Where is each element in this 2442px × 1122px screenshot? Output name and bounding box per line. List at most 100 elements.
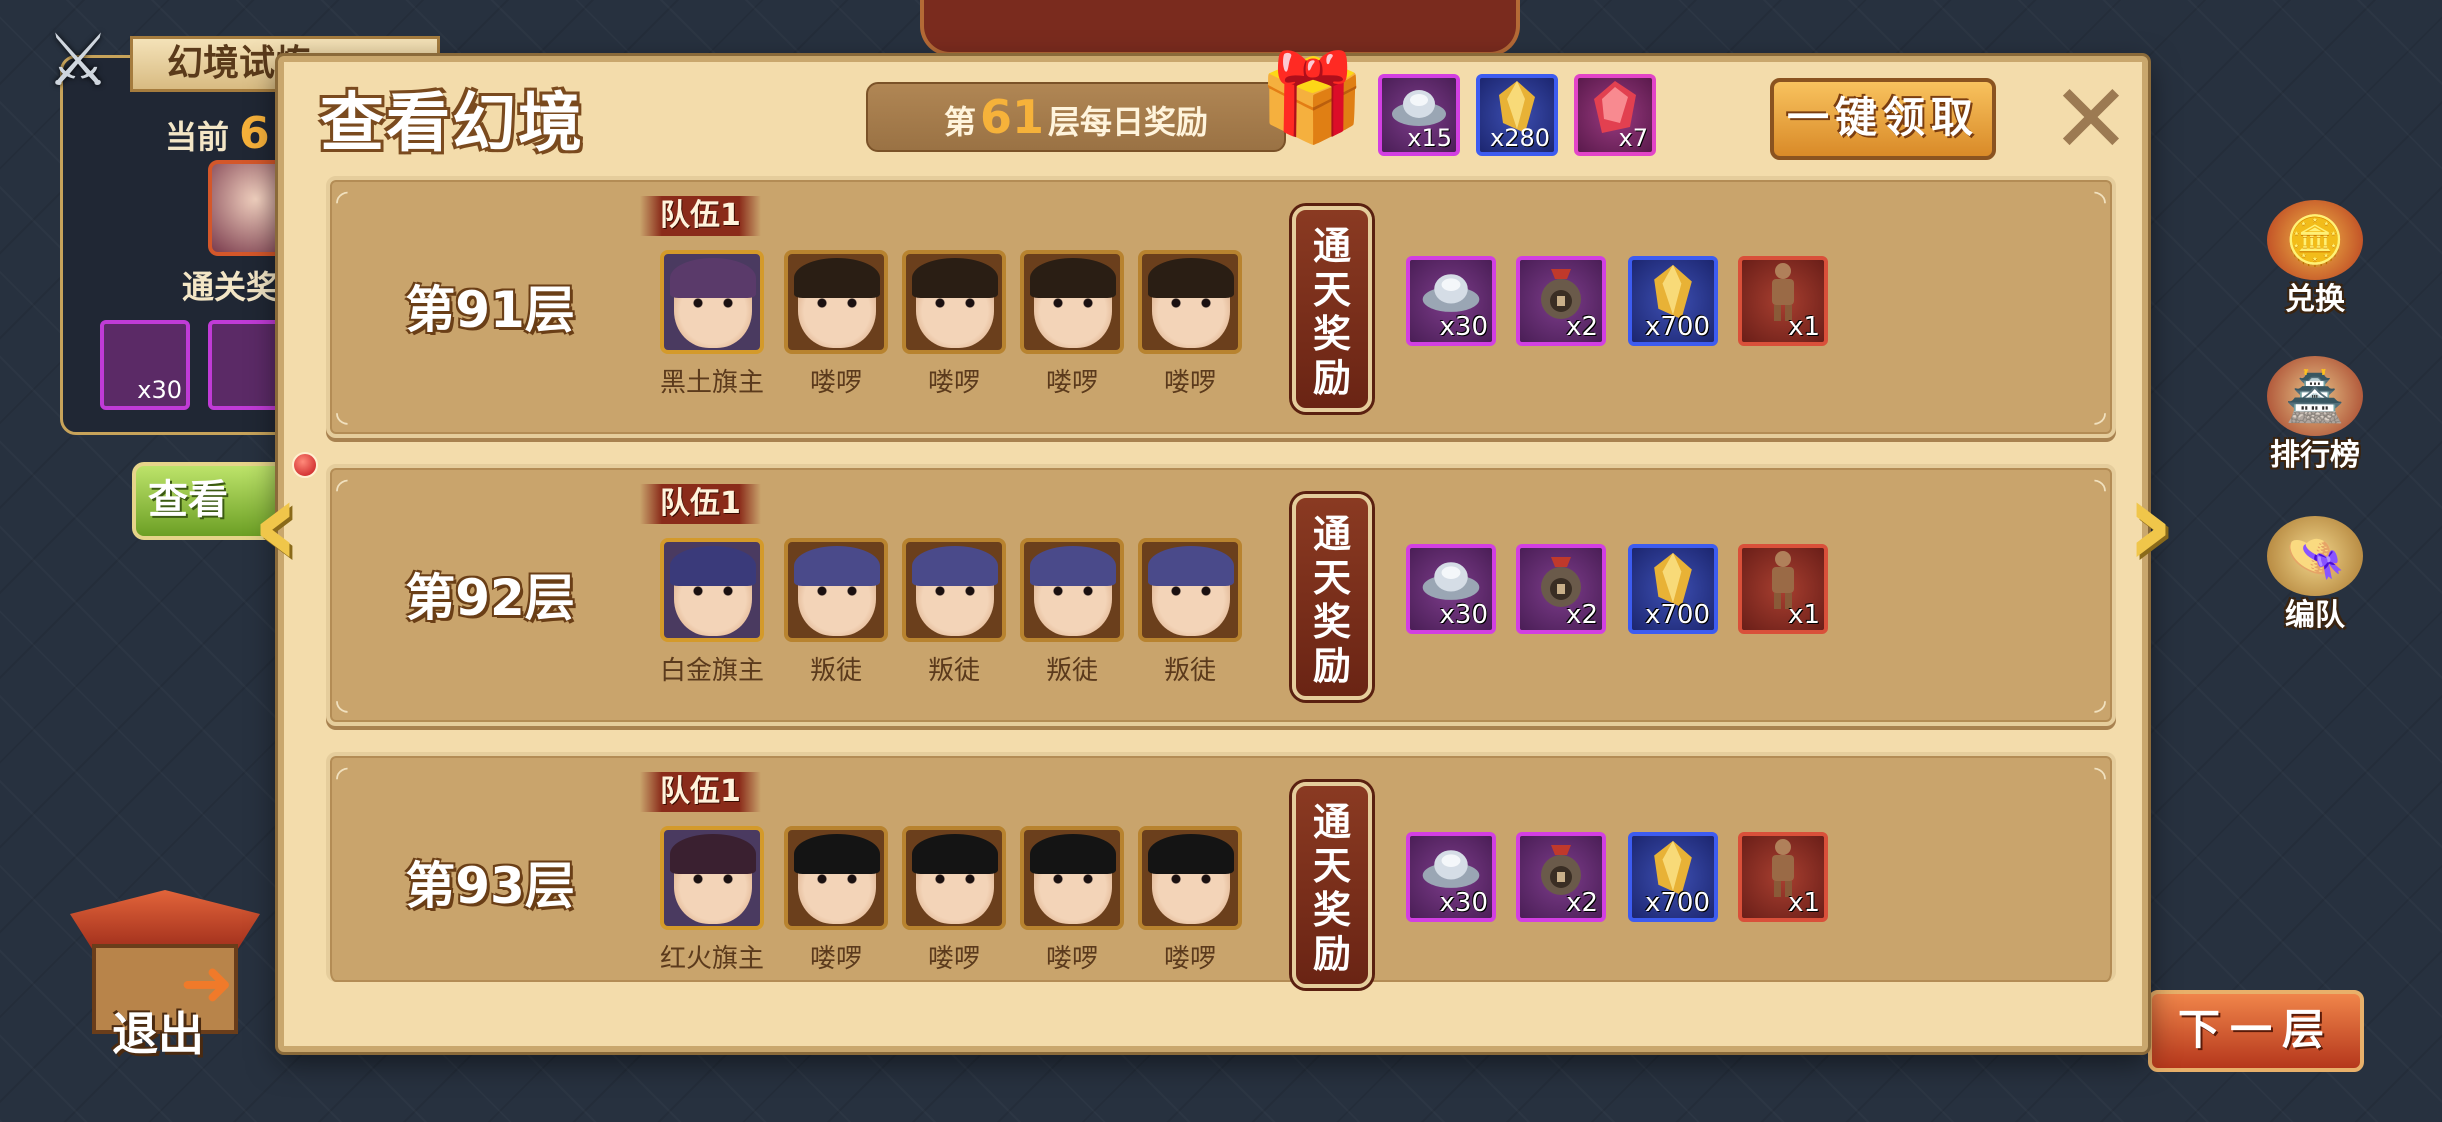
crossed-swords-icon: ⚔ — [45, 18, 111, 102]
formation-button[interactable]: 👒 编队 — [2255, 516, 2375, 636]
floor-name: 第93层 — [405, 857, 575, 915]
enemy-minion[interactable]: 叛徒 — [1138, 538, 1242, 687]
hero-hair — [670, 258, 756, 298]
reward-item[interactable]: x30 — [1406, 544, 1496, 634]
current-floor-number: 6 — [239, 108, 270, 159]
reward-item[interactable]: x1 — [1738, 256, 1828, 346]
daily-suffix: 层每日奖励 — [1048, 103, 1209, 141]
reward-item[interactable]: x1 — [1738, 544, 1828, 634]
reward-item[interactable]: x30 — [1406, 832, 1496, 922]
reward-qty: x1 — [1788, 600, 1820, 630]
reward-item[interactable]: x30 — [1406, 256, 1496, 346]
reward-item[interactable]: x2 — [1516, 256, 1606, 346]
enemy-leader[interactable]: 白金旗主 — [660, 538, 764, 687]
enemy-minion[interactable]: 叛徒 — [784, 538, 888, 687]
next-page-arrow-icon[interactable]: › — [2110, 465, 2190, 585]
enemy-minion[interactable]: 喽啰 — [902, 250, 1006, 399]
ranking-button[interactable]: 🏯 排行榜 — [2255, 356, 2375, 476]
hero-hair — [794, 546, 880, 586]
hero-eyes — [930, 874, 980, 884]
enemy-minion[interactable]: 喽啰 — [902, 826, 1006, 975]
reward-item[interactable]: x2 — [1516, 544, 1606, 634]
exchange-button[interactable]: 🪙 兑换 — [2255, 200, 2375, 320]
hero-portrait — [784, 250, 888, 354]
reward-qty: x700 — [1644, 888, 1710, 918]
daily-reward-qty: x7 — [1618, 124, 1648, 152]
hero-hair — [794, 834, 880, 874]
hero-hair — [1148, 258, 1234, 298]
enemy-minion[interactable]: 喽啰 — [1138, 250, 1242, 399]
hero-eyes — [930, 586, 980, 596]
corner-ornament-icon: ◜ — [336, 184, 348, 219]
hero-name: 叛徒 — [1163, 656, 1216, 686]
reward-qty: x1 — [1788, 888, 1820, 918]
badge-char: 通 — [1312, 512, 1351, 556]
enemy-minion[interactable]: 喽啰 — [1020, 826, 1124, 975]
daily-reward-item[interactable]: x280 — [1476, 74, 1558, 156]
prev-page-arrow-icon[interactable]: ‹ — [236, 465, 316, 585]
enemy-minion[interactable]: 喽啰 — [1020, 250, 1124, 399]
dialog-title: 查看幻境 — [320, 87, 584, 161]
corner-ornament-icon: ◞ — [2094, 682, 2106, 717]
daily-prefix: 第 — [944, 103, 977, 141]
corner-ornament-icon: ◟ — [336, 682, 348, 717]
hero-portrait — [1138, 538, 1242, 642]
badge-char: 天 — [1312, 844, 1351, 888]
hero-hair — [1148, 834, 1234, 874]
daily-reward-item[interactable]: x7 — [1574, 74, 1656, 156]
hero-portrait — [1020, 538, 1124, 642]
clear-reward-badge: 通天奖励 — [1292, 782, 1372, 988]
reward-qty: x30 — [1439, 888, 1488, 918]
clear-reward-badge: 通天奖励 — [1292, 206, 1372, 412]
hero-hair — [1030, 834, 1116, 874]
ranking-label: 排行榜 — [2270, 438, 2360, 473]
gift-box-icon: 🎁 — [1258, 48, 1366, 148]
hero-portrait — [660, 826, 764, 930]
reward-item[interactable]: x2 — [1516, 832, 1606, 922]
hero-hair — [670, 834, 756, 874]
reward-item[interactable]: x1 — [1738, 832, 1828, 922]
reward-qty: x2 — [1566, 312, 1598, 342]
close-icon[interactable]: ✕ — [2048, 71, 2134, 167]
badge-char: 天 — [1312, 268, 1351, 312]
reward-qty: x700 — [1644, 312, 1710, 342]
hero-eyes — [688, 586, 738, 596]
corner-ornament-icon: ◝ — [2094, 184, 2106, 219]
reward-item[interactable]: x700 — [1628, 544, 1718, 634]
exchange-coin-icon: 🪙 — [2267, 200, 2363, 280]
badge-char: 励 — [1312, 356, 1351, 400]
enemy-minion[interactable]: 叛徒 — [902, 538, 1006, 687]
hero-portrait — [1138, 250, 1242, 354]
hero-portrait — [784, 826, 888, 930]
badge-char: 天 — [1312, 556, 1351, 600]
hero-eyes — [1048, 874, 1098, 884]
exit-button[interactable]: ➜ 退出 — [70, 890, 260, 1061]
exit-roof-icon — [70, 890, 260, 950]
enemy-minion[interactable]: 喽啰 — [784, 826, 888, 975]
floor-name: 第92层 — [405, 569, 575, 627]
next-floor-button[interactable]: 下一层 — [2148, 990, 2364, 1072]
hero-hair — [1148, 546, 1234, 586]
floor-row: ◜ ◝ ◟ ◞ 第91层 队伍1 黑土旗主 喽啰 喽啰 喽啰 喽啰通天奖励 x30 x2 x700 x1 — [326, 176, 2116, 438]
reward-qty: x30 — [1439, 312, 1488, 342]
hero-portrait — [660, 250, 764, 354]
hero-hair — [912, 258, 998, 298]
reward-item[interactable]: x700 — [1628, 832, 1718, 922]
hero-eyes — [930, 298, 980, 308]
enemy-minion[interactable]: 喽啰 — [1138, 826, 1242, 975]
enemy-minion[interactable]: 叛徒 — [1020, 538, 1124, 687]
reward-qty: x30 — [1439, 600, 1488, 630]
reward-item[interactable]: x700 — [1628, 256, 1718, 346]
daily-reward-item[interactable]: x15 — [1378, 74, 1460, 156]
hero-portrait — [1138, 826, 1242, 930]
hero-eyes — [812, 874, 862, 884]
claim-all-button[interactable]: 一键领取 — [1770, 78, 1996, 160]
corner-ornament-icon: ◞ — [2094, 394, 2106, 429]
current-floor-label: 当前 6 — [165, 108, 270, 159]
enemy-leader[interactable]: 黑土旗主 — [660, 250, 764, 399]
formation-hat-icon: 👒 — [2267, 516, 2363, 596]
enemy-minion[interactable]: 喽啰 — [784, 250, 888, 399]
enemy-leader[interactable]: 红火旗主 — [660, 826, 764, 975]
daily-reward-banner: 第61 层每日奖励 — [866, 82, 1286, 152]
hero-name: 喽啰 — [1163, 944, 1216, 974]
